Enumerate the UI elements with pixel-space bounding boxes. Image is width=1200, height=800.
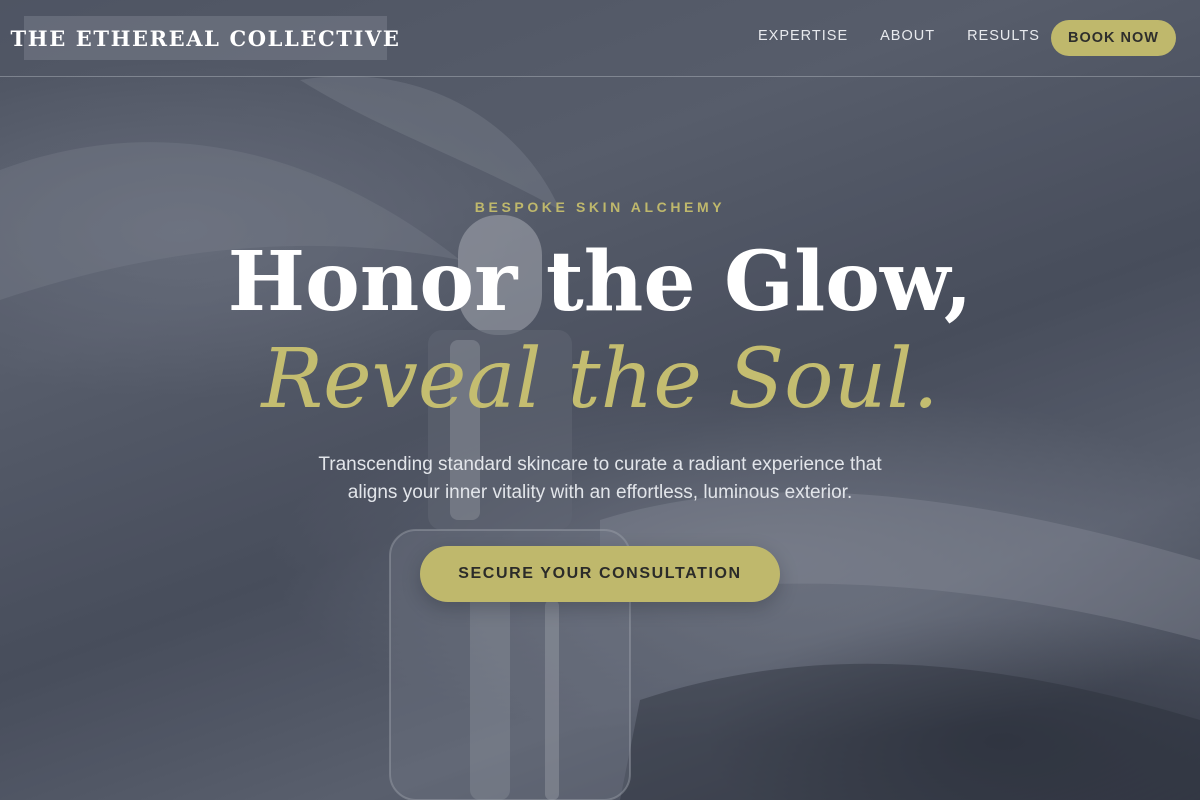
nav-link-results[interactable]: RESULTS [967, 28, 1040, 44]
top-navigation: THE ETHEREAL COLLECTIVE EXPERTISE ABOUT … [0, 0, 1200, 77]
hero-subtitle-line-1: Transcending standard skincare to curate… [318, 454, 882, 475]
hero-headline: Honor the Glow, [227, 234, 973, 330]
nav-link-about[interactable]: ABOUT [880, 28, 935, 44]
nav-links: EXPERTISE ABOUT RESULTS [758, 28, 1072, 44]
book-now-button[interactable]: BOOK NOW [1051, 20, 1176, 56]
hero-subtitle: Transcending standard skincare to curate… [270, 451, 930, 507]
hero-headline-accent: Reveal the Soul. [261, 332, 939, 427]
site-logo[interactable]: THE ETHEREAL COLLECTIVE [11, 16, 399, 60]
hero-subtitle-line-2: aligns your inner vitality with an effor… [347, 482, 853, 503]
hero-eyebrow: BESPOKE SKIN ALCHEMY [474, 199, 726, 215]
nav-link-expertise[interactable]: EXPERTISE [758, 28, 848, 44]
secure-consultation-button[interactable]: SECURE YOUR CONSULTATION [420, 546, 780, 602]
